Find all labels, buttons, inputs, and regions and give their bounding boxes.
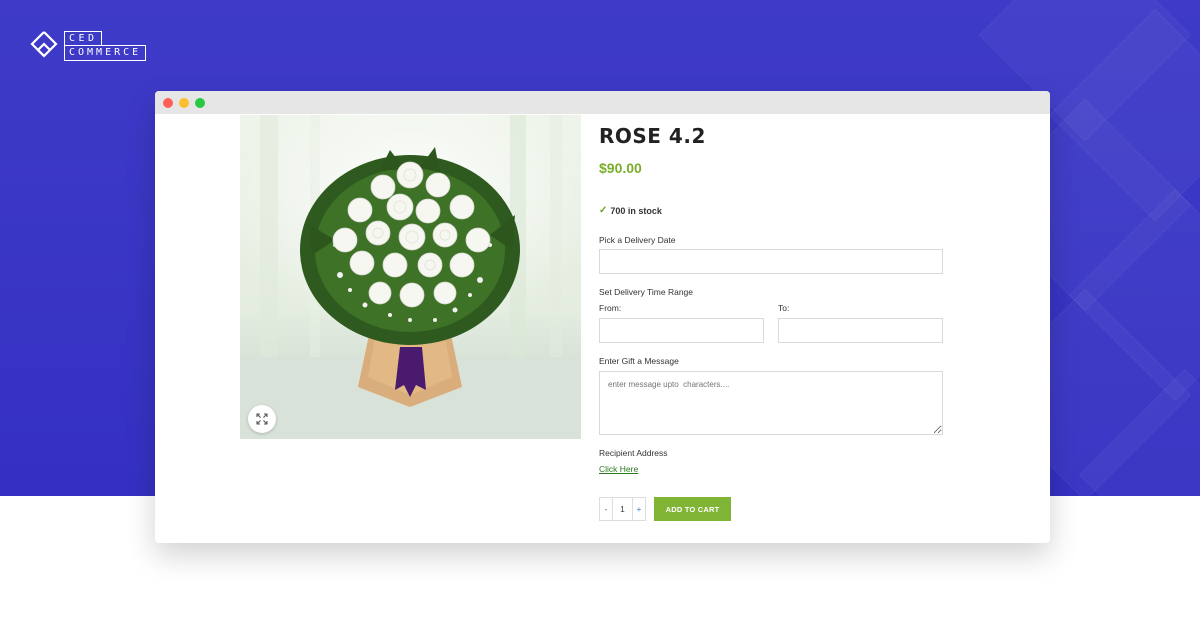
check-icon: ✓ bbox=[599, 205, 608, 216]
logo-text: CED COMMERCE bbox=[64, 31, 147, 61]
minimize-window-dot[interactable] bbox=[179, 97, 189, 108]
add-to-cart-button[interactable]: ADD TO CART bbox=[654, 497, 731, 521]
cedcommerce-logo[interactable]: CED COMMERCE bbox=[30, 30, 147, 62]
close-window-dot[interactable] bbox=[163, 97, 173, 108]
gift-message-label: Enter Gift a Message bbox=[599, 356, 679, 366]
expand-icon bbox=[256, 413, 268, 425]
time-range-label: Set Delivery Time Range bbox=[599, 287, 694, 297]
to-label: To: bbox=[778, 303, 790, 313]
quantity-decrease-button[interactable]: - bbox=[600, 498, 612, 520]
logo-text-line2: COMMERCE bbox=[64, 45, 147, 61]
logo-text-line1: CED bbox=[64, 31, 102, 45]
logo-mark-icon bbox=[30, 31, 58, 58]
stock-status: ✓ 700 in stock bbox=[599, 205, 944, 217]
to-time-input[interactable] bbox=[778, 318, 943, 343]
stock-text: 700 in stock bbox=[610, 206, 662, 216]
product-details: ROSE 4.2 $90.00 ✓ 700 in stock Pick a De… bbox=[599, 115, 944, 521]
delivery-date-label: Pick a Delivery Date bbox=[599, 235, 676, 245]
gift-message-textarea[interactable] bbox=[599, 371, 943, 435]
quantity-value[interactable]: 1 bbox=[612, 498, 633, 520]
from-time-input[interactable] bbox=[599, 318, 764, 343]
maximize-window-dot[interactable] bbox=[195, 97, 205, 108]
recipient-address-label: Recipient Address bbox=[599, 448, 668, 458]
recipient-address-link[interactable]: Click Here bbox=[599, 464, 638, 474]
add-to-cart-row: - 1 + ADD TO CART bbox=[599, 497, 944, 521]
product-price: $90.00 bbox=[599, 160, 642, 176]
white-rose-bouquet-icon bbox=[240, 115, 581, 439]
from-label: From: bbox=[599, 303, 622, 313]
quantity-increase-button[interactable]: + bbox=[633, 498, 645, 520]
product-image[interactable] bbox=[240, 115, 581, 439]
delivery-date-input[interactable] bbox=[599, 249, 943, 274]
quantity-stepper: - 1 + bbox=[599, 497, 646, 521]
zoom-button[interactable] bbox=[248, 405, 276, 433]
browser-title-bar bbox=[155, 91, 1050, 114]
product-title: ROSE 4.2 bbox=[599, 124, 706, 148]
browser-window: ROSE 4.2 $90.00 ✓ 700 in stock Pick a De… bbox=[155, 91, 1050, 543]
